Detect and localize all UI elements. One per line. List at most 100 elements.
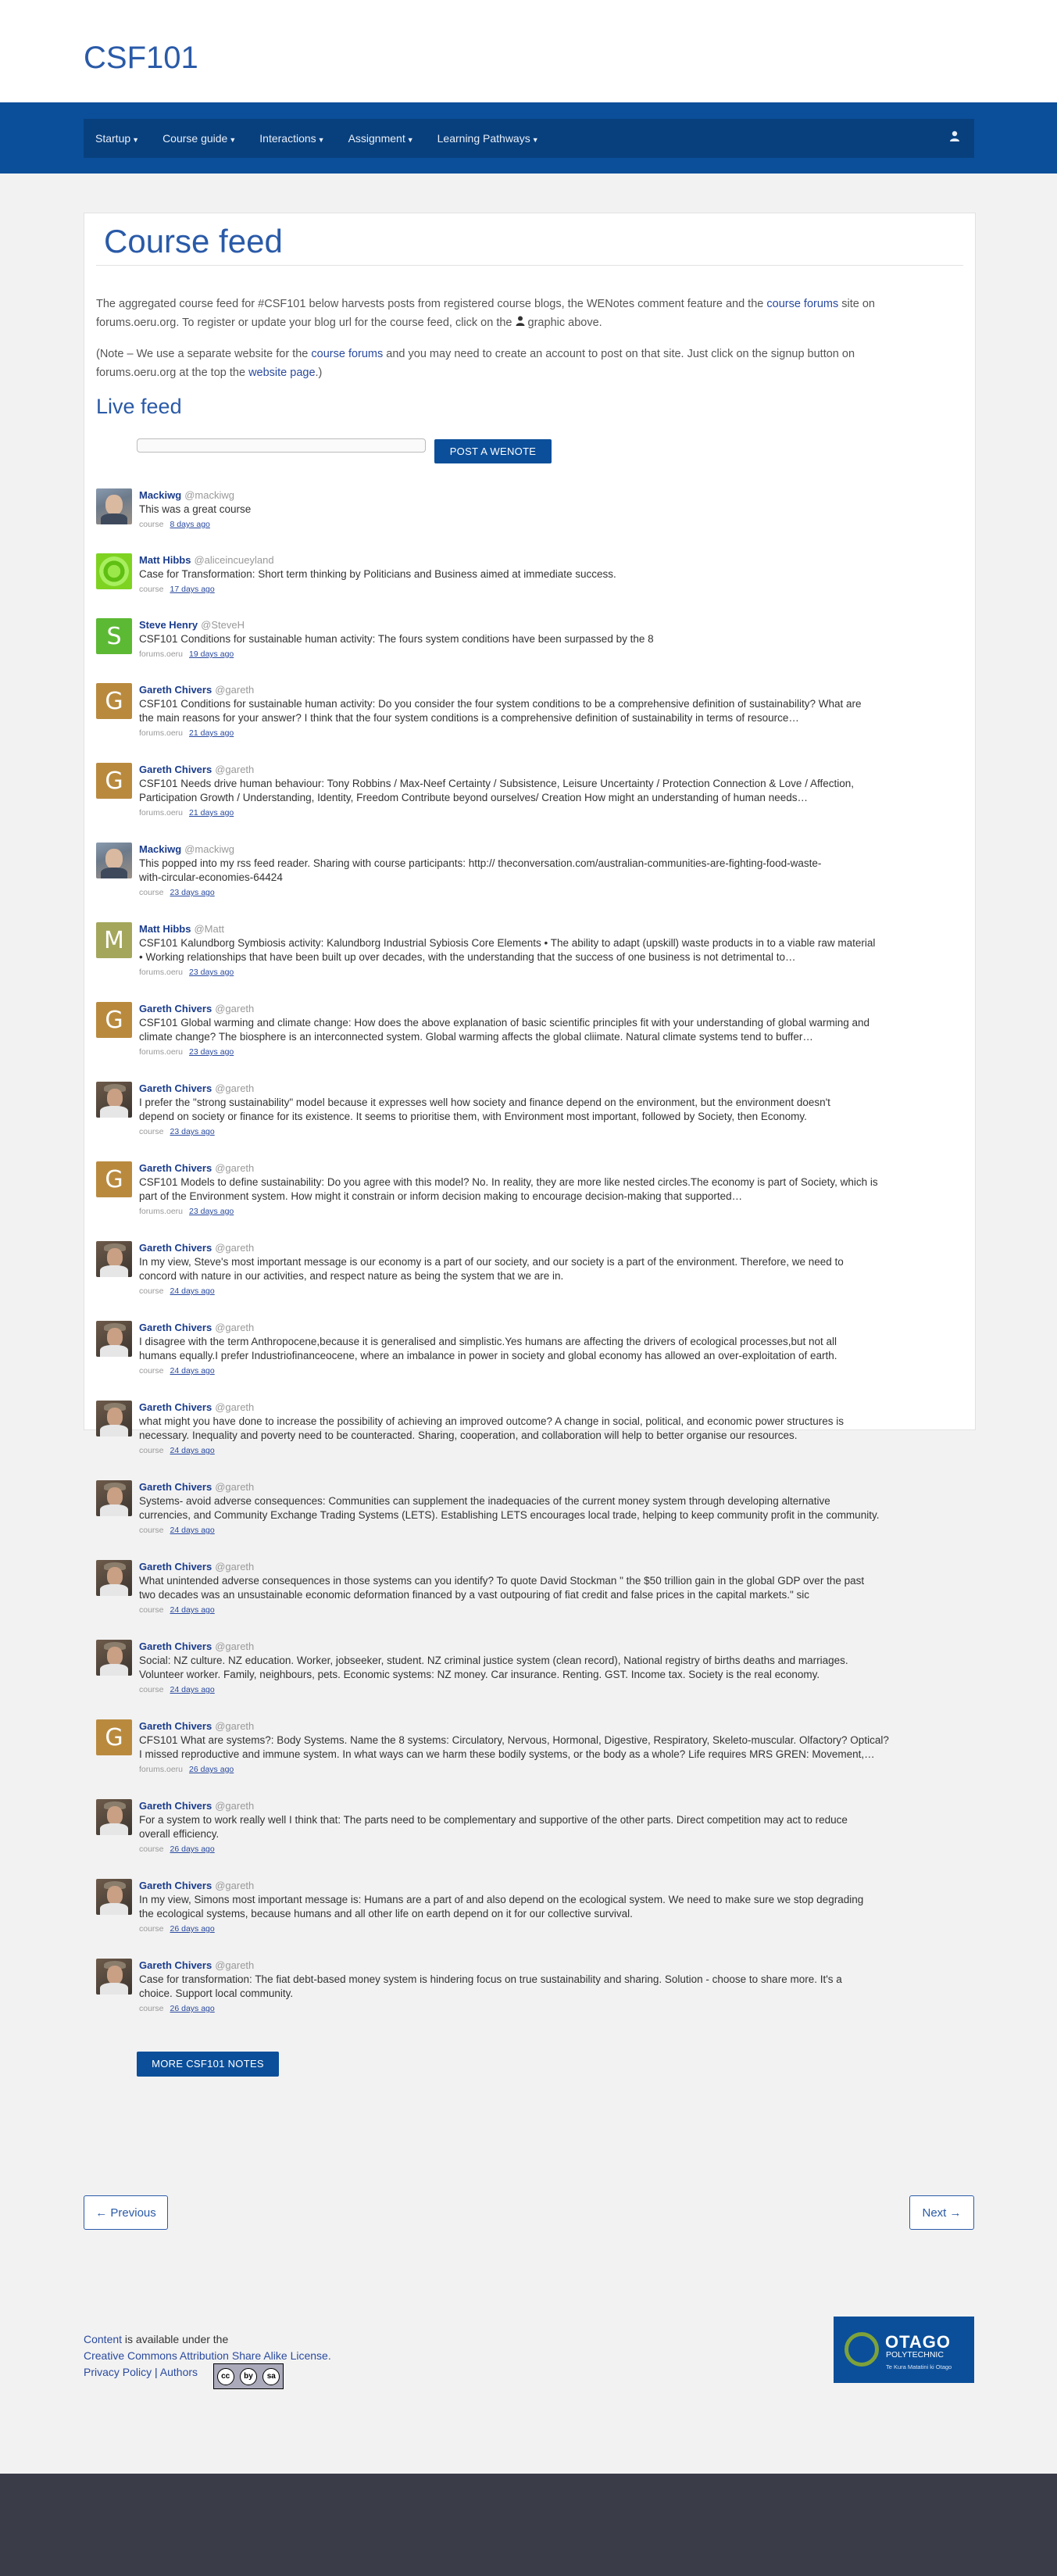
user-icon[interactable]: [949, 131, 960, 145]
nav-interactions[interactable]: Interactions ▼: [259, 132, 324, 145]
post-meta: forums.oeru 21 days ago: [139, 726, 963, 740]
post-source: course: [139, 585, 164, 594]
avatar[interactable]: G: [96, 763, 132, 799]
privacy-policy-link[interactable]: Privacy Policy: [84, 2366, 152, 2378]
post-time-link[interactable]: 23 days ago: [189, 968, 234, 977]
feed-body: Matt Hibbs @Matt CSF101 Kalundborg Symbios…: [139, 922, 963, 979]
author-name-link[interactable]: Mackiwg: [139, 843, 181, 855]
avatar[interactable]: [96, 1480, 132, 1516]
post-time-link[interactable]: 24 days ago: [170, 1446, 215, 1455]
author-name-link[interactable]: Gareth Chivers: [139, 1082, 212, 1094]
author-name-link[interactable]: Gareth Chivers: [139, 1242, 212, 1254]
post-time-link[interactable]: 24 days ago: [170, 1605, 215, 1615]
avatar[interactable]: G: [96, 1161, 132, 1197]
post-time-link[interactable]: 23 days ago: [189, 1207, 234, 1216]
post-text-line: humans equally.I prefer Industriofinance…: [139, 1350, 837, 1361]
nav-assignment[interactable]: Assignment ▼: [348, 132, 414, 145]
nav-learning-pathways[interactable]: Learning Pathways ▼: [437, 132, 539, 145]
more-notes-button[interactable]: MORE CSF101 NOTES: [137, 2052, 279, 2077]
avatar[interactable]: [96, 1560, 132, 1596]
author-name-link[interactable]: Gareth Chivers: [139, 1720, 212, 1732]
nav-startup[interactable]: Startup ▼: [95, 132, 139, 145]
avatar[interactable]: [96, 1879, 132, 1915]
author-name-link[interactable]: Gareth Chivers: [139, 684, 212, 696]
avatar[interactable]: G: [96, 683, 132, 719]
feed-header: Gareth Chivers @gareth: [139, 1401, 963, 1415]
post-time-link[interactable]: 24 days ago: [170, 1286, 215, 1296]
post-time-link[interactable]: 26 days ago: [170, 2004, 215, 2013]
author-name-link[interactable]: Gareth Chivers: [139, 1003, 212, 1014]
post-time-link[interactable]: 23 days ago: [189, 1047, 234, 1057]
post-time-link[interactable]: 23 days ago: [170, 1127, 215, 1136]
post-time-link[interactable]: 21 days ago: [189, 808, 234, 818]
post-text-line: with-circular-economies-64424: [139, 871, 283, 883]
avatar[interactable]: [96, 1640, 132, 1676]
post-wenote-button[interactable]: POST A WENOTE: [434, 439, 552, 463]
post-time-link[interactable]: 26 days ago: [170, 1924, 215, 1934]
feed-body: Gareth Chivers @gareth what might you have…: [139, 1401, 963, 1458]
avatar[interactable]: [96, 1321, 132, 1357]
post-text-line: In my view, Simons most important messag…: [139, 1894, 864, 1905]
avatar[interactable]: G: [96, 1002, 132, 1038]
post-time-link[interactable]: 8 days ago: [170, 520, 210, 529]
author-name-link[interactable]: Matt Hibbs: [139, 554, 191, 566]
author-name-link[interactable]: Gareth Chivers: [139, 1640, 212, 1652]
nav-learning-pathways-label: Learning Pathways: [437, 132, 530, 145]
avatar[interactable]: [96, 1799, 132, 1835]
feed-body: Gareth Chivers @gareth CFS101 What are sys…: [139, 1719, 963, 1776]
content-link[interactable]: Content: [84, 2333, 122, 2345]
nav-course-guide-label: Course guide: [162, 132, 228, 145]
nav-band: Startup ▼ Course guide ▼ Interactions ▼ Ass…: [0, 102, 1057, 174]
previous-button[interactable]: ← Previous: [84, 2195, 168, 2230]
avatar[interactable]: [96, 1401, 132, 1436]
otago-polytechnic-logo[interactable]: OTAGO POLYTECHNIC Te Kura Matatini ki Ot…: [834, 2317, 974, 2383]
post-meta: course 24 days ago: [139, 1523, 963, 1537]
website-page-link[interactable]: website page: [248, 367, 315, 379]
post-time-link[interactable]: 23 days ago: [170, 888, 215, 897]
post-time-link[interactable]: 24 days ago: [170, 1685, 215, 1694]
post-time-link[interactable]: 19 days ago: [189, 649, 234, 659]
avatar[interactable]: M: [96, 922, 132, 958]
author-name-link[interactable]: Gareth Chivers: [139, 1959, 212, 1971]
avatar[interactable]: [96, 488, 132, 524]
author-name-link[interactable]: Gareth Chivers: [139, 1401, 212, 1413]
avatar[interactable]: [96, 553, 132, 589]
author-name-link[interactable]: Gareth Chivers: [139, 1561, 212, 1572]
avatar[interactable]: G: [96, 1719, 132, 1755]
post-meta: course 24 days ago: [139, 1364, 963, 1378]
post-text-line: CSF101 Kalundborg Symbiosis activity: Ka…: [139, 937, 876, 949]
author-name-link[interactable]: Gareth Chivers: [139, 1162, 212, 1174]
license-link[interactable]: Creative Commons Attribution Share Alike…: [84, 2349, 331, 2362]
post-text-line: This was a great course: [139, 503, 252, 515]
course-forums-link[interactable]: course forums: [311, 348, 383, 360]
author-name-link[interactable]: Gareth Chivers: [139, 1481, 212, 1493]
author-name-link[interactable]: Steve Henry: [139, 619, 198, 631]
post-time-link[interactable]: 21 days ago: [189, 728, 234, 738]
wenote-input[interactable]: [137, 438, 426, 453]
avatar[interactable]: S: [96, 618, 132, 654]
author-name-link[interactable]: Gareth Chivers: [139, 1322, 212, 1333]
nav-course-guide[interactable]: Course guide ▼: [162, 132, 236, 145]
post-time-link[interactable]: 24 days ago: [170, 1366, 215, 1376]
avatar[interactable]: [96, 1959, 132, 1995]
next-button[interactable]: Next →: [909, 2195, 974, 2230]
avatar[interactable]: [96, 1082, 132, 1118]
avatar[interactable]: [96, 843, 132, 878]
avatar[interactable]: [96, 1241, 132, 1277]
post-source: course: [139, 1685, 164, 1694]
author-name-link[interactable]: Gareth Chivers: [139, 1880, 212, 1891]
post-time-link[interactable]: 17 days ago: [170, 585, 215, 594]
author-name-link[interactable]: Mackiwg: [139, 489, 181, 501]
site-title[interactable]: CSF101: [84, 41, 198, 76]
course-forums-link[interactable]: course forums: [766, 298, 838, 310]
author-name-link[interactable]: Gareth Chivers: [139, 764, 212, 775]
post-time-link[interactable]: 26 days ago: [170, 1844, 215, 1854]
author-handle: @gareth: [215, 1800, 255, 1812]
post-time-link[interactable]: 26 days ago: [189, 1765, 234, 1774]
cc-license-badge[interactable]: cc by sa: [213, 2363, 284, 2389]
feed-body: Gareth Chivers @gareth In my view, Steve's…: [139, 1241, 963, 1298]
post-time-link[interactable]: 24 days ago: [170, 1526, 215, 1535]
authors-link[interactable]: Authors: [160, 2366, 198, 2378]
author-name-link[interactable]: Gareth Chivers: [139, 1800, 212, 1812]
author-name-link[interactable]: Matt Hibbs: [139, 923, 191, 935]
